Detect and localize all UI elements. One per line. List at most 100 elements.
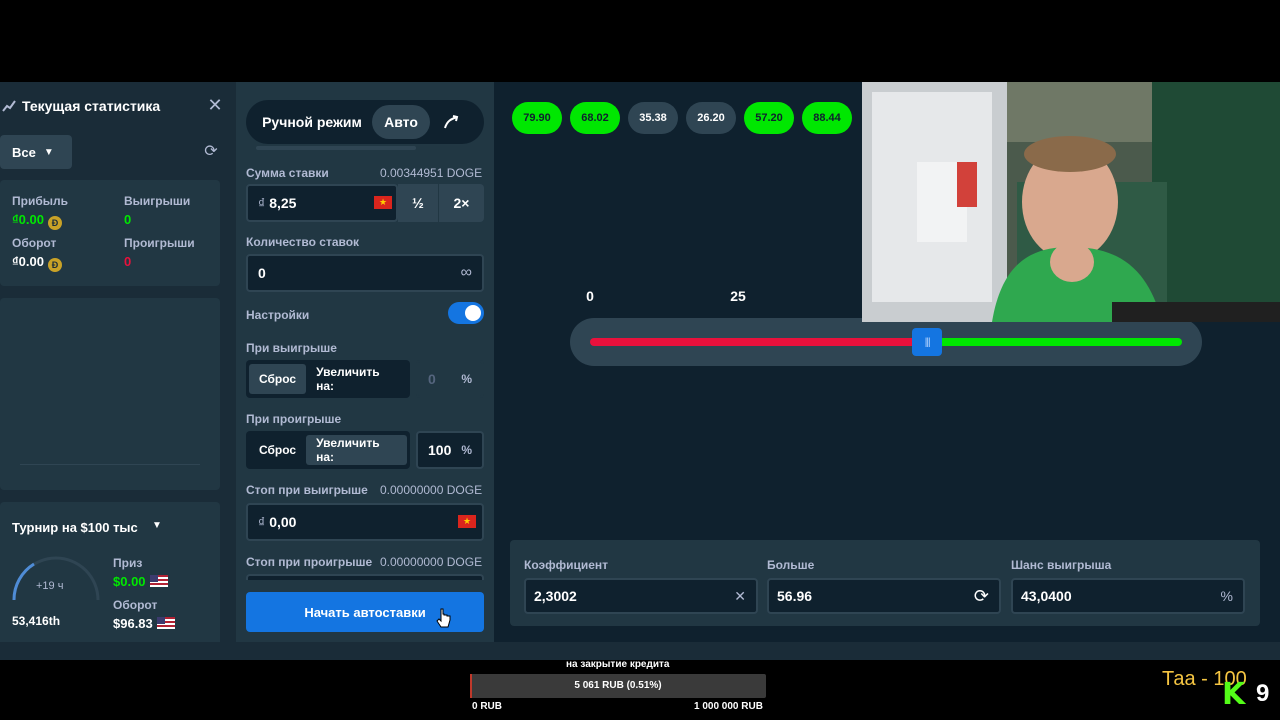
chevron-down-icon[interactable]: ▼ bbox=[152, 520, 162, 531]
on-loss-reset-button[interactable]: Сброс bbox=[249, 435, 306, 465]
multiply-icon: ✕ bbox=[734, 587, 746, 604]
stop-win-value: 0,00 bbox=[269, 514, 297, 530]
result-chip[interactable]: 68.02 bbox=[570, 102, 620, 134]
chart-baseline bbox=[20, 464, 200, 465]
wins-label: Выигрыши bbox=[124, 194, 191, 208]
stop-loss-crypto: 0.00000000 DOGE bbox=[380, 555, 483, 569]
settings-toggle[interactable] bbox=[448, 302, 484, 324]
on-win-label: При выигрыше bbox=[246, 341, 337, 355]
profit-chart bbox=[0, 298, 220, 490]
vn-flag-icon: ★ bbox=[458, 515, 476, 528]
mode-tabs: Ручной режим Авто bbox=[246, 100, 484, 144]
tournament-gauge bbox=[12, 556, 100, 601]
bet-amount-input[interactable]: ₫ 8,25 ★ bbox=[246, 184, 398, 222]
webcam-overlay bbox=[862, 82, 1280, 322]
wins-value: 0 bbox=[124, 212, 132, 227]
viewer-count: 9 bbox=[1256, 680, 1270, 707]
swap-icon[interactable]: ⟳ bbox=[974, 586, 989, 607]
donation-goal-bar: 5 061 RUB (0.51%) bbox=[470, 674, 766, 698]
double-bet-button[interactable]: 2× bbox=[439, 184, 484, 222]
game-parameters: Коэффициент 2,3002 ✕ Больше 56.96 ⟳ Шанс… bbox=[510, 540, 1260, 626]
stop-win-crypto: 0.00000000 DOGE bbox=[380, 483, 483, 497]
goal-max: 1 000 000 RUB bbox=[694, 701, 763, 712]
losses-label: Проигрыши bbox=[124, 236, 195, 250]
footer-strip bbox=[0, 642, 1280, 660]
multiplier-label: Коэффициент bbox=[524, 558, 609, 572]
live-stats-panel: Текущая статистика ✕ Все ▼ ⟳ Прибыль ₫0.… bbox=[0, 82, 232, 660]
num-bets-input[interactable]: 0 ∞ bbox=[246, 254, 484, 292]
roll-slider-thumb[interactable]: ||| bbox=[912, 328, 943, 356]
on-loss-label: При проигрыше bbox=[246, 412, 342, 426]
kick-logo-icon: K bbox=[1222, 677, 1246, 712]
us-flag-icon bbox=[149, 575, 168, 587]
percent-icon: % bbox=[1220, 588, 1233, 604]
stats-summary-card: Прибыль ₫0.00 Ð Выигрыши 0 Оборот ₫0.00 Ð … bbox=[0, 180, 220, 286]
vn-flag-icon: ★ bbox=[374, 196, 392, 209]
stop-win-input[interactable]: ₫ 0,00 ★ bbox=[246, 503, 484, 541]
stats-chart-icon bbox=[2, 99, 16, 113]
result-chip[interactable]: 26.20 bbox=[686, 102, 736, 134]
prize-label: Приз bbox=[113, 556, 143, 570]
percent-icon: % bbox=[461, 443, 472, 457]
dice-game-app: Текущая статистика ✕ Все ▼ ⟳ Прибыль ₫0.… bbox=[0, 82, 1280, 660]
bet-amount-crypto: 0.00344951 DOGE bbox=[380, 166, 483, 180]
on-loss-percent-input[interactable]: 100 % bbox=[416, 431, 484, 469]
stats-title: Текущая статистика bbox=[22, 98, 161, 114]
roll-over-value: 56.96 bbox=[777, 588, 813, 604]
result-chip[interactable]: 88.44 bbox=[802, 102, 852, 134]
result-chip[interactable]: 57.20 bbox=[744, 102, 794, 134]
on-loss-increase-button[interactable]: Увеличить на: bbox=[306, 435, 407, 465]
refresh-icon[interactable]: ⟳ bbox=[202, 143, 220, 161]
mouse-cursor-icon bbox=[436, 608, 452, 633]
stop-loss-input[interactable] bbox=[246, 574, 484, 580]
tab-auto[interactable]: Авто bbox=[372, 105, 430, 139]
bet-panel: Ручной режим Авто Сумма ставки 0.0034495… bbox=[236, 82, 494, 642]
goal-progress-text: 5 061 RUB (0.51%) bbox=[574, 680, 662, 691]
close-icon[interactable]: ✕ bbox=[206, 96, 224, 114]
bet-amount-value: 8,25 bbox=[269, 195, 297, 211]
filter-label: Все bbox=[12, 144, 36, 160]
doge-coin-icon: Ð bbox=[47, 216, 62, 230]
half-bet-button[interactable]: ½ bbox=[398, 184, 438, 222]
profit-value: ₫0.00 Ð bbox=[12, 212, 62, 230]
result-chip[interactable]: 35.38 bbox=[628, 102, 678, 134]
slider-tick-label: 0 bbox=[586, 288, 594, 304]
on-win-percent-input[interactable]: 0 % bbox=[416, 360, 484, 398]
win-chance-input[interactable]: 43,0400 % bbox=[1011, 578, 1245, 614]
prize-value: $0.00 bbox=[113, 574, 168, 589]
tab-manual[interactable]: Ручной режим bbox=[252, 105, 372, 139]
num-bets-label: Количество ставок bbox=[246, 235, 360, 249]
multiplier-value: 2,3002 bbox=[534, 588, 577, 604]
num-bets-value: 0 bbox=[258, 265, 266, 281]
infinity-icon[interactable]: ∞ bbox=[461, 264, 472, 282]
roll-slider-track[interactable] bbox=[590, 338, 1182, 346]
recent-results: 79.90 68.02 35.38 26.20 57.20 88.44 bbox=[512, 102, 852, 134]
result-chip[interactable]: 79.90 bbox=[512, 102, 562, 134]
on-loss-value: 100 bbox=[428, 442, 452, 458]
on-win-toggle: Сброс Увеличить на: bbox=[246, 360, 410, 398]
stop-loss-label: Стоп при проигрыше bbox=[246, 555, 373, 569]
tournament-rank: 53,416th bbox=[12, 614, 61, 628]
stats-filter-dropdown[interactable]: Все ▼ bbox=[0, 135, 72, 169]
time-left: +19 ч bbox=[36, 580, 64, 592]
scroll-indicator bbox=[256, 146, 416, 150]
stop-win-label: Стоп при выигрыше bbox=[246, 483, 368, 497]
on-win-reset-button[interactable]: Сброс bbox=[249, 364, 307, 394]
roll-over-input[interactable]: 56.96 ⟳ bbox=[767, 578, 1001, 614]
tournament-card[interactable]: Турнир на $100 тыс ▼ +19 ч 53,416th Приз… bbox=[0, 502, 220, 658]
bet-amount-label: Сумма ставки bbox=[246, 166, 329, 180]
losses-value: 0 bbox=[124, 254, 132, 269]
on-win-increase-button[interactable]: Увеличить на: bbox=[306, 364, 407, 394]
strategy-icon[interactable] bbox=[430, 105, 472, 139]
goal-title: на закрытие кредита bbox=[566, 659, 670, 670]
goal-min: 0 RUB bbox=[472, 701, 503, 712]
us-flag-icon bbox=[156, 617, 175, 629]
turnover-value: $96.83 bbox=[113, 616, 175, 631]
currency-symbol: ₫ bbox=[258, 514, 266, 530]
win-chance-value: 43,0400 bbox=[1021, 588, 1072, 604]
doge-coin-icon: Ð bbox=[47, 258, 62, 272]
percent-icon: % bbox=[461, 372, 472, 386]
on-win-value: 0 bbox=[428, 371, 436, 387]
multiplier-input[interactable]: 2,3002 ✕ bbox=[524, 578, 758, 614]
slider-tick-label: 25 bbox=[730, 288, 746, 304]
